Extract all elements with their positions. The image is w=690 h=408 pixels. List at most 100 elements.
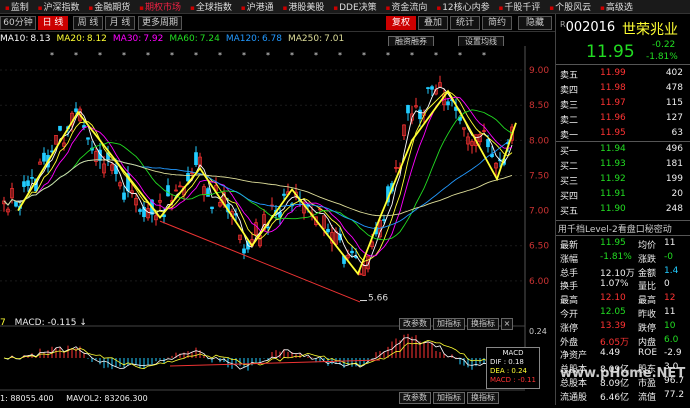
kline-chart-area[interactable]: 9.00 8.50 8.00 7.50 7.00 6.50 6.00 5.66 * * * * * * * *…: [0, 46, 555, 405]
overlay-button[interactable]: 叠加: [418, 16, 448, 30]
menu-item[interactable]: ▪金融期货: [84, 0, 135, 13]
ma-value: 7.24: [199, 34, 220, 44]
level-price: 11.92: [600, 174, 626, 184]
period-60min-button[interactable]: 60分钟: [0, 16, 36, 30]
menu-item-label: 高级选: [605, 3, 633, 13]
level-label: 买三: [560, 177, 579, 187]
ma-legend-item: MA30: 7.92: [113, 34, 163, 44]
period-day-button[interactable]: 日 线: [38, 16, 68, 30]
event-star-icon[interactable]: *: [338, 51, 342, 60]
ask-row[interactable]: 卖一 11.95 63: [556, 128, 690, 141]
menu-item[interactable]: ▪港股美股: [278, 0, 329, 13]
period-week-button[interactable]: 周 线: [73, 16, 103, 30]
level-price: 11.96: [600, 113, 626, 123]
more-period-button[interactable]: 更多周期: [138, 16, 182, 30]
low-price-marker: 5.66: [368, 294, 388, 304]
event-star-icon[interactable]: *: [266, 51, 270, 60]
event-star-icon[interactable]: *: [218, 51, 222, 60]
stat-label-2: 跌停: [638, 323, 657, 334]
arrow-down-icon: ↓: [79, 318, 87, 328]
menu-item[interactable]: ▪沪港通: [236, 0, 278, 13]
stat-value-2: -2.9: [664, 348, 682, 359]
event-star-icon[interactable]: *: [434, 51, 438, 60]
macd-legend-label: MACD:: [14, 318, 45, 328]
level-label: 卖四: [560, 86, 579, 96]
event-star-icon[interactable]: *: [314, 51, 318, 60]
ma-legend-item: MA120: 6.78: [226, 34, 282, 44]
vol-edit-params-button[interactable]: 改参数: [399, 392, 431, 404]
stat-label: 流通股: [560, 392, 588, 403]
ma-value: 8.13: [30, 34, 51, 44]
ask-row[interactable]: 卖五 11.99 402: [556, 68, 690, 81]
level-volume: 115: [665, 98, 683, 108]
price-change-pct: -1.81%: [646, 52, 678, 62]
stat-value-2: 12: [664, 293, 676, 304]
event-star-icon[interactable]: *: [194, 51, 198, 60]
menu-item[interactable]: ▪沪深指数: [33, 0, 84, 13]
macd-switch-indicator-button[interactable]: 换指标: [467, 318, 499, 330]
hide-button[interactable]: 隐藏: [518, 16, 552, 30]
vol-legend-1: 1: 88055.400: [0, 394, 54, 403]
bid-row[interactable]: 买二 11.93 181: [556, 159, 690, 172]
event-star-icon[interactable]: *: [386, 51, 390, 60]
candle-body: [186, 173, 190, 182]
event-star-icon[interactable]: *: [122, 51, 126, 60]
stats-button[interactable]: 统计: [450, 16, 480, 30]
menu-item[interactable]: ▪监制: [0, 0, 33, 13]
level-price: 11.99: [600, 68, 626, 78]
stat-value-2: 0: [664, 279, 670, 290]
level-label: 买五: [560, 207, 579, 217]
stat-value-2: 77.2: [664, 389, 685, 400]
macd-edit-params-button[interactable]: 改参数: [399, 318, 431, 330]
macd-legend: 7 MACD: -0.115 ↓: [0, 318, 87, 328]
menu-item[interactable]: ▪千股千评: [494, 0, 545, 13]
menu-bullet-icon: ▪: [600, 4, 605, 12]
event-star-icon[interactable]: *: [242, 51, 246, 60]
bid-row[interactable]: 买五 11.90 248: [556, 204, 690, 217]
stat-label: 今开: [560, 310, 579, 320]
simple-button[interactable]: 简约: [482, 16, 512, 30]
menu-item[interactable]: ▪期权市场: [134, 0, 185, 13]
stat-label: 外盘: [560, 337, 579, 348]
event-star-icon[interactable]: *: [98, 51, 102, 60]
event-star-icon[interactable]: *: [74, 51, 78, 60]
menu-item[interactable]: ▪12核心内参: [431, 0, 493, 13]
menu-item[interactable]: ▪个股风云: [544, 0, 595, 13]
period-month-button[interactable]: 月 线: [105, 16, 135, 30]
event-star-icon[interactable]: *: [482, 51, 486, 60]
bid-row[interactable]: 买四 11.91 20: [556, 189, 690, 202]
ask-row[interactable]: 卖二 11.96 127: [556, 113, 690, 126]
event-star-icon[interactable]: *: [50, 51, 54, 60]
vol-legend-2: MAVOL2: 83206.300: [66, 394, 148, 403]
event-star-icon[interactable]: *: [146, 51, 150, 60]
bid-row[interactable]: 买一 11.94 496: [556, 144, 690, 157]
vol-switch-indicator-button[interactable]: 换指标: [467, 392, 499, 404]
ask-row[interactable]: 卖四 11.98 478: [556, 83, 690, 96]
vol-add-indicator-button[interactable]: 加指标: [433, 392, 465, 404]
candle-body: [86, 137, 90, 140]
event-star-icon[interactable]: *: [290, 51, 294, 60]
level2-promo-link[interactable]: 用千档Level-2看盘口秘密动: [558, 222, 689, 235]
kline-chart-svg[interactable]: 9.00 8.50 8.00 7.50 7.00 6.50 6.00 5.66 * * * * * * * *…: [0, 46, 555, 405]
menu-item[interactable]: ▪资金流向: [381, 0, 432, 13]
menu-item[interactable]: ▪全球指数: [185, 0, 236, 13]
stat-label: 涨幅: [560, 254, 579, 265]
stat-value-2: -0: [664, 251, 673, 262]
ask-row[interactable]: 卖三 11.97 115: [556, 98, 690, 111]
menu-item[interactable]: ▪DDE决策: [328, 0, 380, 13]
close-icon[interactable]: ×: [501, 318, 513, 330]
event-star-icon[interactable]: *: [362, 51, 366, 60]
candle-body: [22, 181, 26, 187]
bid-row[interactable]: 买三 11.92 199: [556, 174, 690, 187]
restore-right-button[interactable]: 复权: [386, 16, 416, 30]
event-star-icon[interactable]: *: [458, 51, 462, 60]
level-volume: 63: [671, 128, 683, 138]
top-menu-bar: ▪监制 ▪沪深指数 ▪金融期货 ▪期权市场 ▪全球指数 ▪沪港通 ▪港股美股 ▪DDE决策 ▪资…: [0, 0, 690, 14]
event-star-icon[interactable]: *: [170, 51, 174, 60]
macd-add-indicator-button[interactable]: 加指标: [433, 318, 465, 330]
event-star-icon[interactable]: *: [410, 51, 414, 60]
stat-label: 换手: [560, 282, 579, 293]
menu-item[interactable]: ▪高级选: [595, 0, 637, 13]
menu-item-label: 港股美股: [288, 3, 325, 13]
menu-item-label: 沪深指数: [43, 3, 80, 13]
